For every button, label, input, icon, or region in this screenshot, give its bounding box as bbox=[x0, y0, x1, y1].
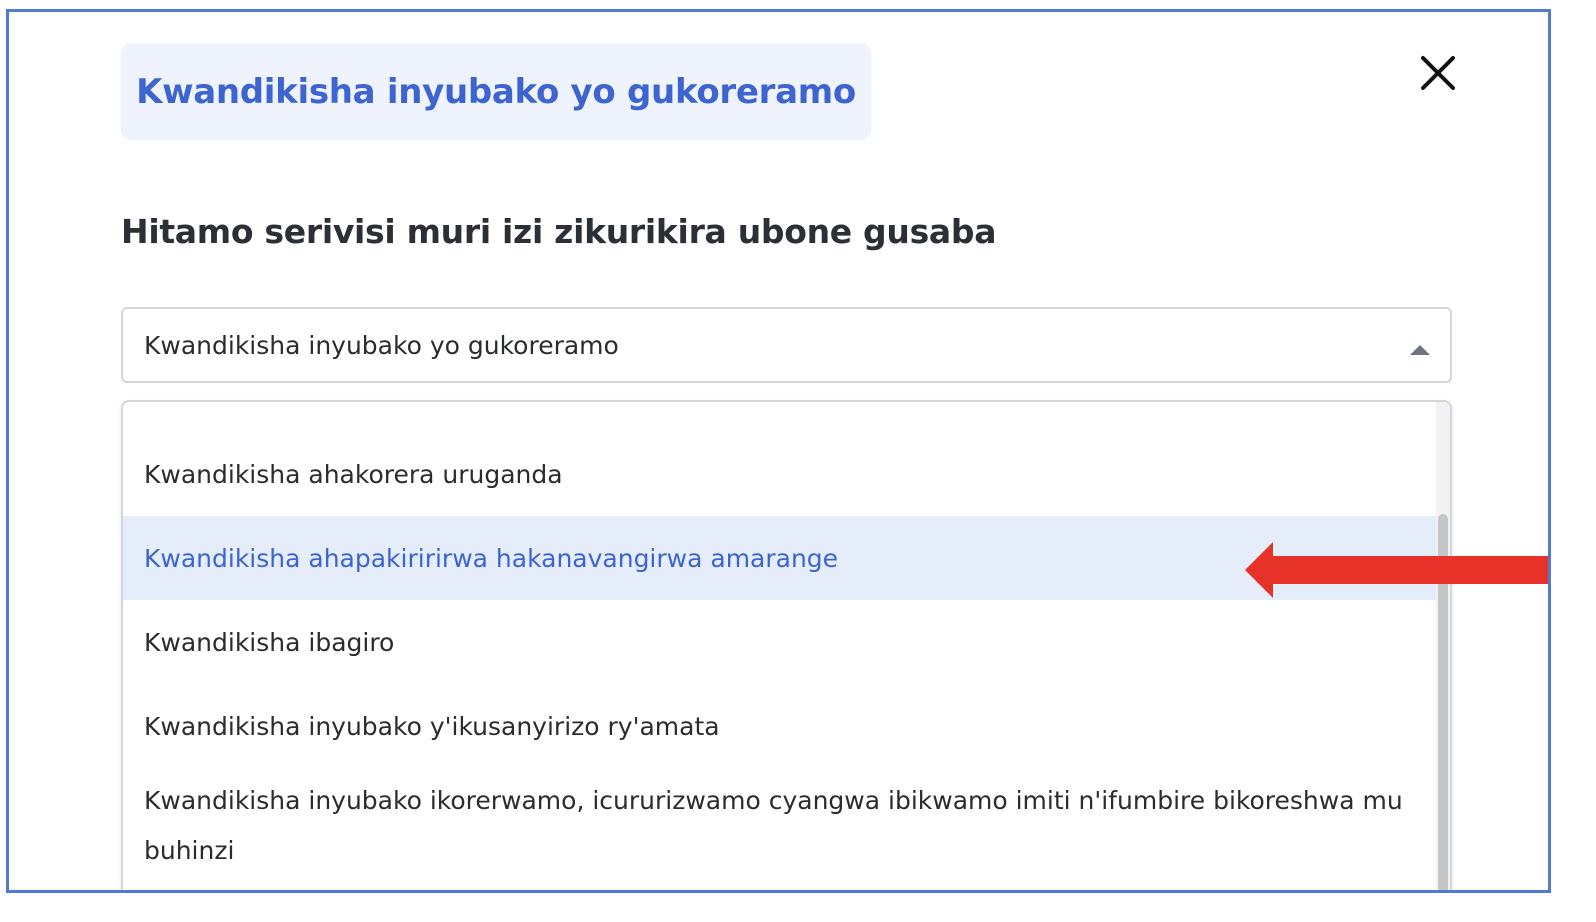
red-arrow-icon bbox=[1245, 542, 1548, 598]
dialog-frame: Kwandikisha inyubako yo gukoreramo Hitam… bbox=[6, 9, 1551, 893]
list-item[interactable]: Kwandikisha inyubako ikorerwamo, icururi… bbox=[123, 768, 1437, 876]
service-select[interactable]: Kwandikisha inyubako yo gukoreramo bbox=[121, 307, 1452, 383]
service-prompt: Hitamo serivisi muri izi zikurikira ubon… bbox=[121, 212, 997, 251]
dropdown-scrollbar[interactable] bbox=[1436, 402, 1450, 890]
close-icon bbox=[1417, 52, 1459, 94]
dropdown-list[interactable]: Kwandikisha ahakorera uruganda Kwandikis… bbox=[121, 400, 1452, 890]
dialog-title-card: Kwandikisha inyubako yo gukoreramo bbox=[121, 43, 871, 140]
list-item-highlighted[interactable]: Kwandikisha ahapakiririrwa hakanavangirw… bbox=[123, 516, 1437, 600]
list-item-partial[interactable] bbox=[144, 402, 152, 413]
list-item[interactable]: Kwandikisha inyubako y'ikusanyirizo ry'a… bbox=[123, 684, 1437, 768]
dialog-title: Kwandikisha inyubako yo gukoreramo bbox=[136, 71, 856, 112]
list-item[interactable]: Kwandikisha ahakorera uruganda bbox=[123, 432, 1437, 516]
close-button[interactable] bbox=[1417, 52, 1459, 94]
caret-up-icon[interactable] bbox=[1410, 345, 1430, 355]
list-item[interactable]: Kwandikisha ibagiro bbox=[123, 600, 1437, 684]
select-value: Kwandikisha inyubako yo gukoreramo bbox=[144, 330, 619, 360]
